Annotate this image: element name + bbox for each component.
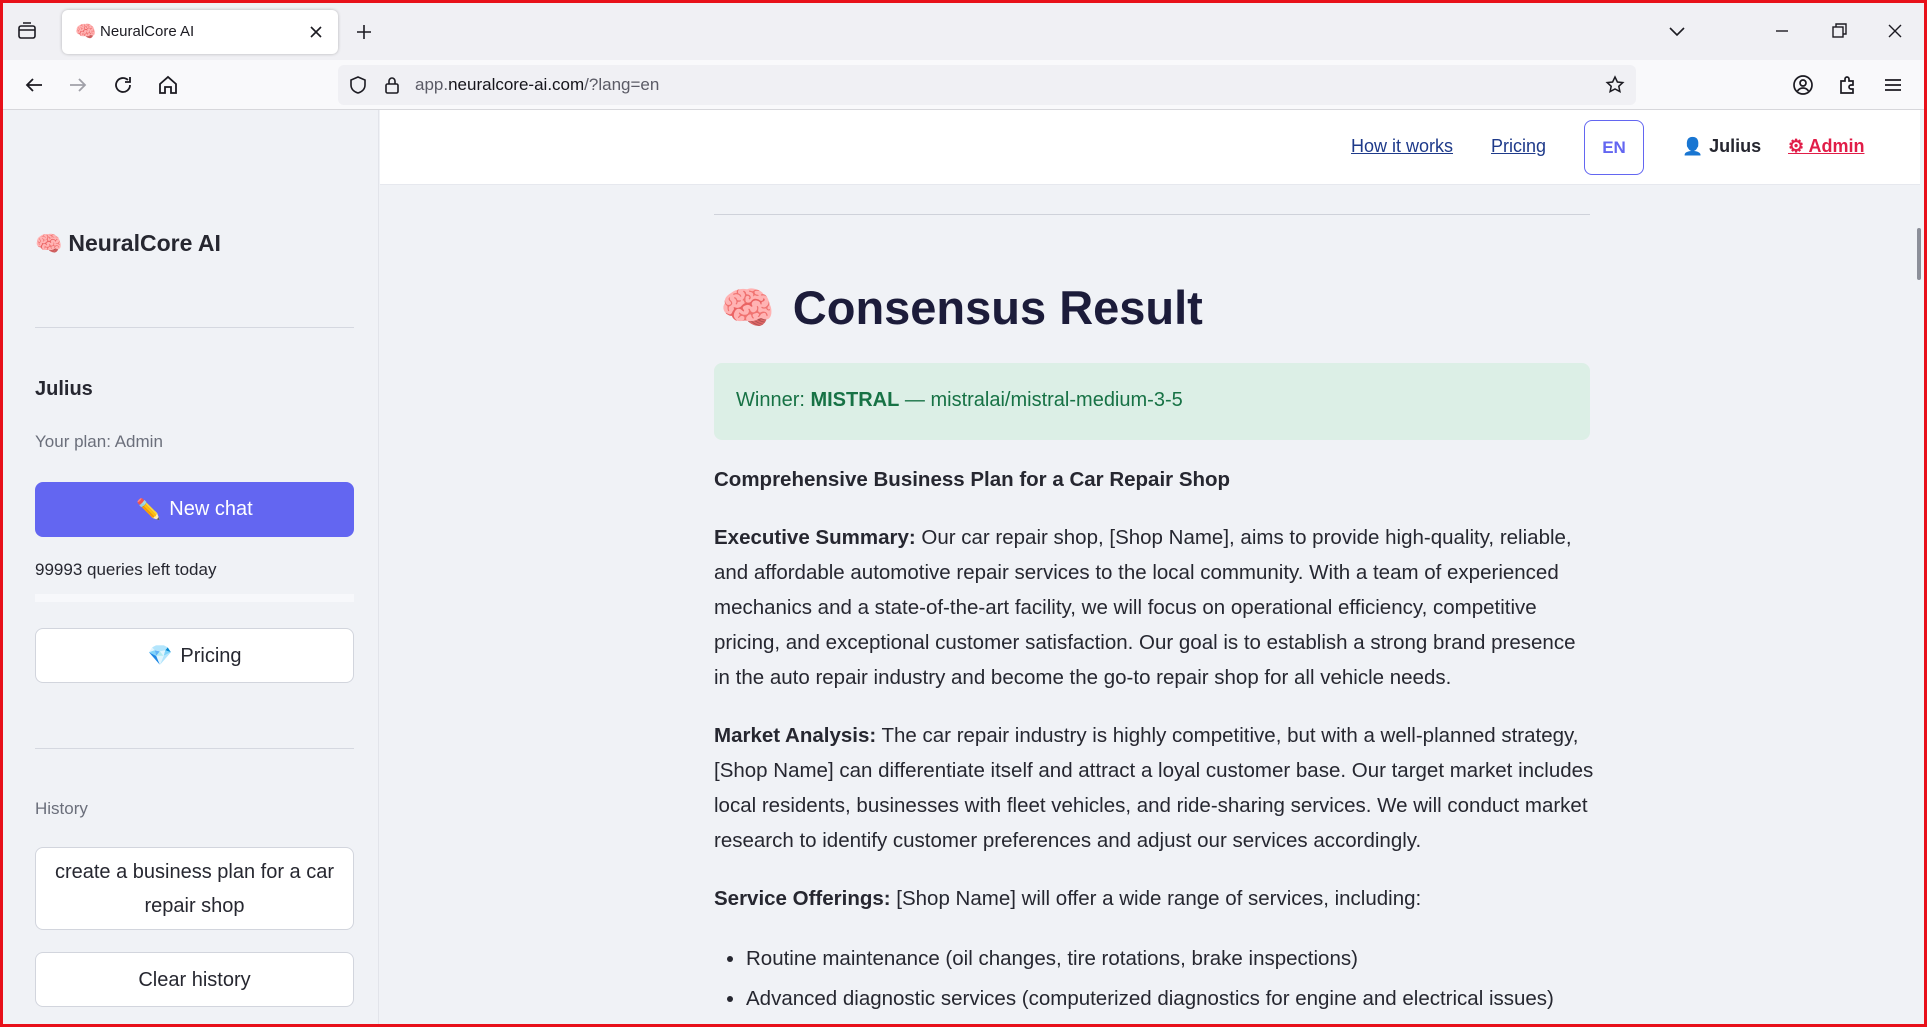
hamburger-icon[interactable] <box>1881 73 1905 97</box>
tab-title: NeuralCore AI <box>100 23 195 40</box>
close-icon[interactable] <box>306 22 326 42</box>
pricing-link[interactable]: Pricing <box>1491 136 1546 157</box>
sidebar-spacer <box>35 594 354 602</box>
lock-icon[interactable] <box>382 75 402 95</box>
sidebar: 🧠 NeuralCore AI Julius Your plan: Admin ✏… <box>3 110 379 1027</box>
reload-icon[interactable] <box>111 73 135 97</box>
sidebar-user-name: Julius <box>35 378 93 400</box>
arrow-left-icon[interactable] <box>22 73 46 97</box>
puzzle-icon[interactable] <box>1836 73 1860 97</box>
arrow-right-icon[interactable] <box>66 73 90 97</box>
history-item-label: create a business plan for a car repair … <box>54 860 335 917</box>
page-title-text: Consensus Result <box>792 281 1203 334</box>
browser-tab[interactable]: 🧠 NeuralCore AI <box>62 10 338 54</box>
language-button[interactable]: EN <box>1584 120 1644 175</box>
list-item: Advanced diagnostic services (computeriz… <box>746 979 1594 1019</box>
new-chat-button[interactable]: ✏️ New chat <box>35 482 354 537</box>
sidebar-divider <box>35 327 354 328</box>
page-title: 🧠 Consensus Result <box>720 280 1203 335</box>
plus-icon[interactable] <box>353 21 375 43</box>
pencil-icon: ✏️ <box>136 499 162 521</box>
brand-name: NeuralCore AI <box>68 230 221 256</box>
clear-history-label: Clear history <box>138 968 251 991</box>
list-item: Routine maintenance (oil changes, tire r… <box>746 939 1594 979</box>
new-chat-label: New chat <box>169 498 253 520</box>
result-content: Comprehensive Business Plan for a Car Re… <box>714 462 1594 1019</box>
scrollbar-thumb[interactable] <box>1917 228 1921 280</box>
home-icon[interactable] <box>156 73 180 97</box>
service-list: Routine maintenance (oil changes, tire r… <box>746 939 1594 1019</box>
browser-nav-bar: app.neuralcore-ai.com/?lang=en <box>0 60 1927 110</box>
how-it-works-link[interactable]: How it works <box>1351 136 1453 157</box>
star-icon[interactable] <box>1604 74 1626 96</box>
brain-icon: 🧠 <box>720 283 775 333</box>
section-service-offerings: Service Offerings: [Shop Name] will offe… <box>714 887 1422 910</box>
section-market-analysis: Market Analysis: The car repair industry… <box>714 724 1594 852</box>
brain-icon: 🧠 <box>35 231 63 256</box>
winner-name: MISTRAL <box>810 389 900 411</box>
queries-left: 99993 queries left today <box>35 560 217 579</box>
history-label: History <box>35 799 88 818</box>
account-icon[interactable] <box>1791 73 1815 97</box>
clear-history-button[interactable]: Clear history <box>35 952 354 1007</box>
content-divider <box>714 214 1590 215</box>
brain-icon: 🧠 <box>75 22 97 42</box>
plan-label: Your plan: Admin <box>35 432 163 451</box>
admin-link[interactable]: ⚙ Admin <box>1788 136 1864 157</box>
brand: 🧠 NeuralCore AI <box>35 230 221 257</box>
sidebar-divider <box>35 748 354 749</box>
gem-icon: 💎 <box>147 644 173 667</box>
winner-banner: Winner: MISTRAL — mistralai/mistral-medi… <box>714 363 1590 440</box>
shield-icon[interactable] <box>348 75 368 95</box>
pricing-button[interactable]: 💎 Pricing <box>35 628 354 683</box>
section-executive-summary: Executive Summary: Our car repair shop, … <box>714 526 1576 689</box>
pricing-label: Pricing <box>180 644 242 667</box>
restore-icon[interactable] <box>1828 20 1850 42</box>
browser-tab-bar: 🧠 NeuralCore AI <box>0 0 1927 60</box>
url-bar[interactable]: app.neuralcore-ai.com/?lang=en <box>338 65 1636 105</box>
close-icon[interactable] <box>1884 20 1906 42</box>
history-item[interactable]: create a business plan for a car repair … <box>35 847 354 930</box>
winner-label: Winner: <box>736 389 811 411</box>
winner-model: — mistralai/mistral-medium-3-5 <box>899 389 1183 411</box>
app-header: How it works Pricing EN 👤 Julius ⚙ Admin <box>380 110 1920 185</box>
tab-list-icon[interactable] <box>16 20 38 42</box>
minimize-icon[interactable] <box>1771 20 1793 42</box>
header-user-name: Julius <box>1709 136 1762 156</box>
user-icon: 👤 <box>1682 136 1704 156</box>
header-user[interactable]: 👤 Julius <box>1682 136 1761 157</box>
document-title: Comprehensive Business Plan for a Car Re… <box>714 468 1231 491</box>
chevron-down-icon[interactable] <box>1666 20 1688 42</box>
url-text[interactable]: app.neuralcore-ai.com/?lang=en <box>415 75 659 95</box>
